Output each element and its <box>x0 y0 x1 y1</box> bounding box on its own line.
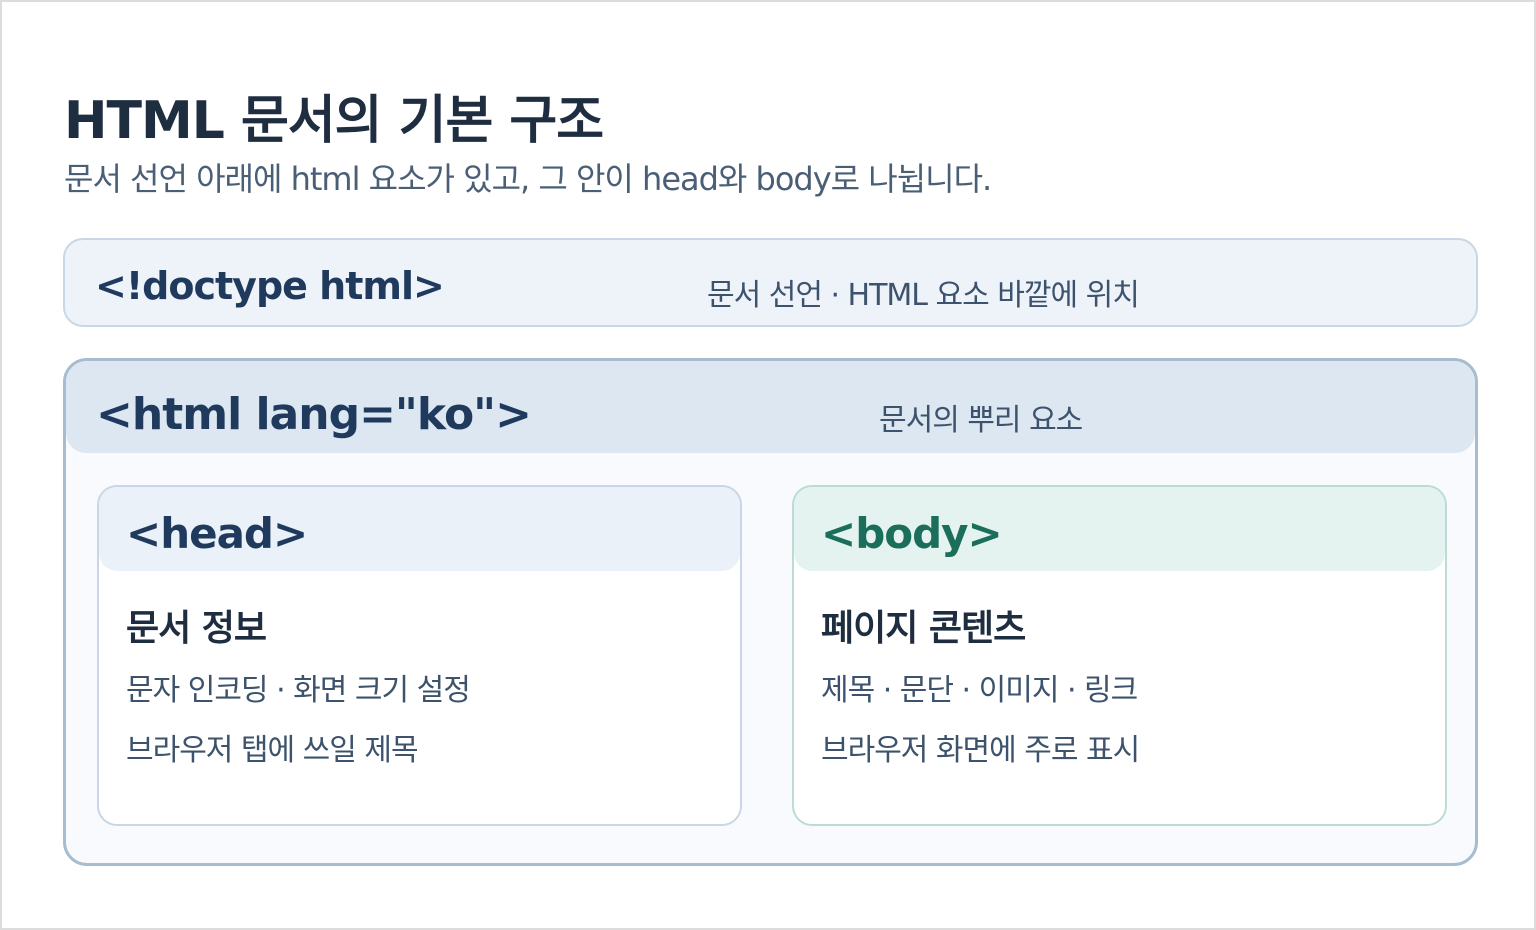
head-panel: <head> 문서 정보 문자 인코딩 · 화면 크기 설정 브라우저 탭에 쓰… <box>97 485 742 826</box>
doctype-description: 문서 선언 · HTML 요소 바깥에 위치 <box>707 278 1140 313</box>
body-title: 페이지 콘텐츠 <box>821 608 1026 649</box>
body-panel: <body> 페이지 콘텐츠 제목 · 문단 · 이미지 · 링크 브라우저 화… <box>792 485 1447 826</box>
page-title: HTML 문서의 기본 구조 <box>64 91 604 151</box>
doctype-box: <!doctype html> 문서 선언 · HTML 요소 바깥에 위치 <box>63 238 1478 327</box>
doctype-code: <!doctype html> <box>95 264 445 308</box>
head-code: <head> <box>126 509 308 558</box>
body-code: <body> <box>821 509 1003 558</box>
html-element-box: <html lang="ko"> 문서의 뿌리 요소 <head> 문서 정보 … <box>63 358 1478 866</box>
page-subtitle: 문서 선언 아래에 html 요소가 있고, 그 안이 head와 body로 … <box>64 160 992 198</box>
body-line-1: 제목 · 문단 · 이미지 · 링크 <box>821 673 1138 708</box>
head-panel-header: <head> <box>99 487 740 571</box>
html-element-header: <html lang="ko"> 문서의 뿌리 요소 <box>66 361 1475 453</box>
diagram-frame: HTML 문서의 기본 구조 문서 선언 아래에 html 요소가 있고, 그 … <box>0 0 1536 930</box>
html-element-code: <html lang="ko"> <box>96 389 532 440</box>
head-line-2: 브라우저 탭에 쓰일 제목 <box>126 733 419 768</box>
html-element-description: 문서의 뿌리 요소 <box>879 403 1083 438</box>
head-line-1: 문자 인코딩 · 화면 크기 설정 <box>126 673 471 708</box>
head-title: 문서 정보 <box>126 608 267 649</box>
body-panel-header: <body> <box>794 487 1445 571</box>
body-line-2: 브라우저 화면에 주로 표시 <box>821 733 1140 768</box>
